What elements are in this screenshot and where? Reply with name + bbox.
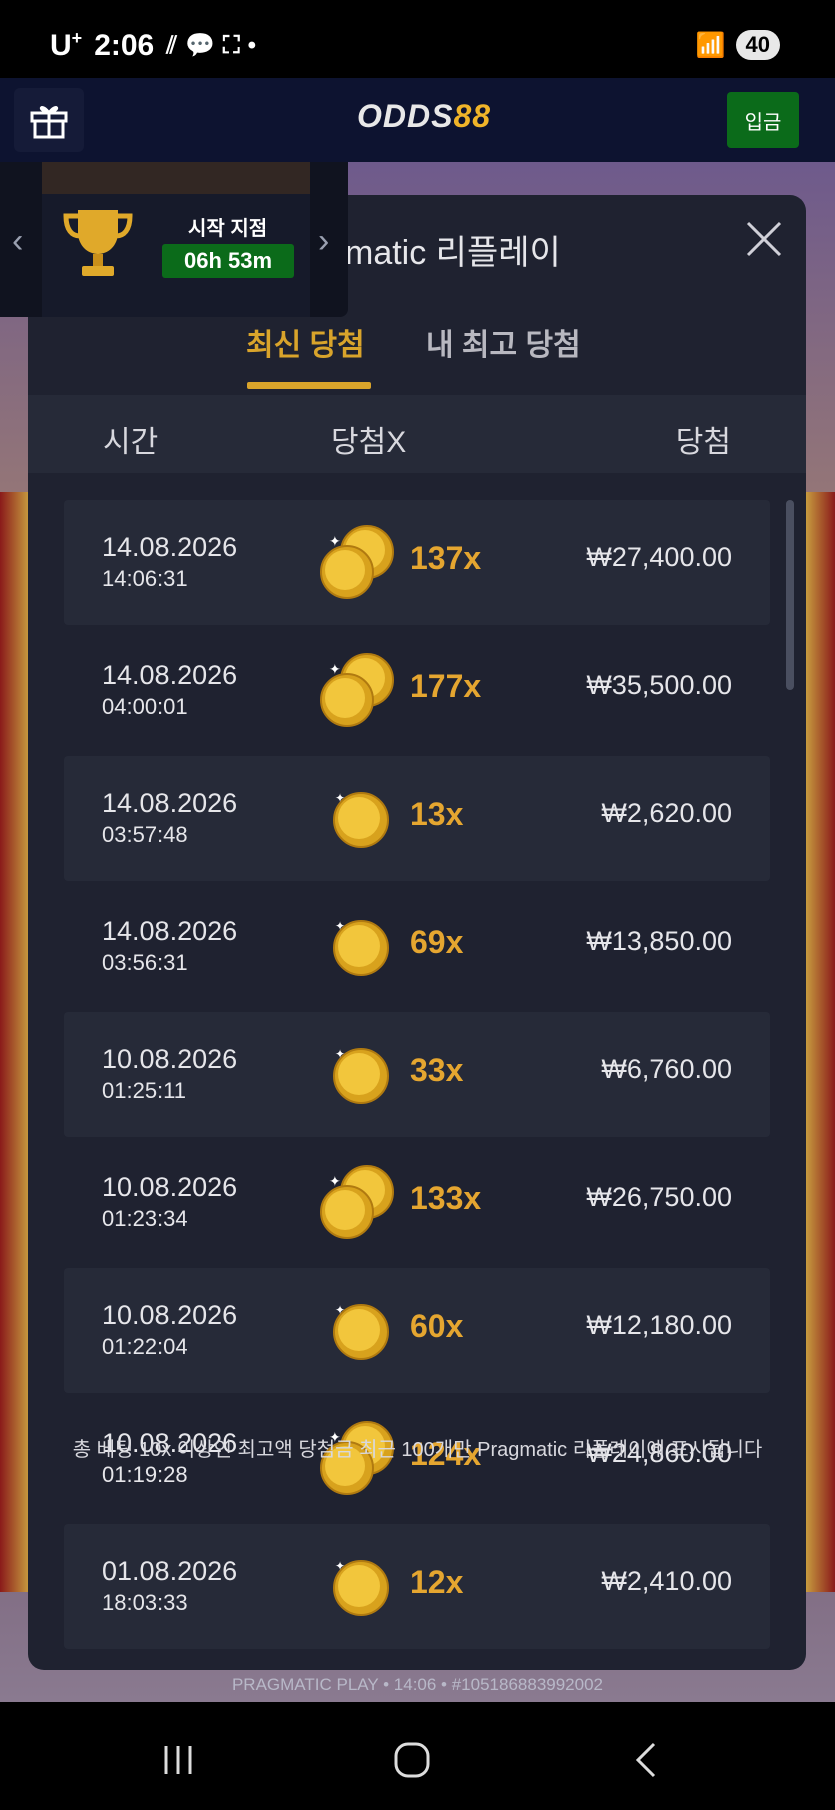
row-time: 01:19:28 [102,1462,188,1487]
row-time: 01:23:34 [102,1206,188,1231]
active-tab-indicator [247,382,371,389]
table-row[interactable]: 14.08.2026 03:57:48 ✦ 13x ₩2,620.00 [64,756,770,881]
screenshot-icon: ⛶ [222,31,240,59]
wins-list[interactable]: 14.08.2026 14:06:31 ✦ 137x ₩27,400.00 14… [64,500,770,1652]
coin-icon: ✦ [333,919,389,976]
column-header-time: 시간 [103,426,159,459]
row-multiplier: 133x [410,1180,482,1216]
tournament-widget[interactable]: ‹ › 시작 지점 06h 53m [0,162,348,317]
table-row[interactable]: 14.08.2026 03:56:31 ✦ 69x ₩13,850.00 [64,884,770,1009]
row-multiplier: 69x [410,924,464,960]
row-win-amount: ₩2,410.00 [601,1566,732,1596]
game-info: PRAGMATIC PLAY • 14:06 • #10518688399200… [231,1675,604,1694]
dot-icon: • [247,31,257,59]
row-time: 03:57:48 [102,822,188,847]
chevron-left-icon[interactable]: ‹ [12,222,23,261]
row-win-amount: ₩12,180.00 [586,1310,732,1340]
close-icon[interactable] [740,215,788,263]
odds88-logo[interactable]: ODDS88 [357,98,491,135]
svg-text:✦: ✦ [329,533,341,549]
row-multiplier: 60x [410,1308,464,1344]
table-row[interactable]: 10.08.2026 01:22:04 ✦ 60x ₩12,180.00 [64,1268,770,1393]
table-row[interactable]: 14.08.2026 14:06:31 ✦ 137x ₩27,400.00 [64,500,770,625]
svg-text:✦: ✦ [335,919,345,933]
row-date: 10.08.2026 [102,1044,238,1074]
scrollbar[interactable] [786,500,794,690]
tournament-banner-strip [42,162,310,194]
carrier-label: U+ [50,28,83,62]
row-multiplier: 137x [410,540,482,576]
row-win-amount: ₩26,750.00 [586,1182,732,1212]
table-row[interactable]: 01.08.2026 18:03:33 ✦ 12x ₩2,410.00 [64,1524,770,1649]
svg-text:✦: ✦ [335,1303,345,1317]
clock: 2:06 [94,28,155,62]
double-coins-icon: ✦ [320,525,394,599]
table-row[interactable]: 14.08.2026 04:00:01 ✦ 177x ₩35,500.00 [64,628,770,753]
table-header: 시간 당첨X 당첨 [28,395,806,473]
status-left: U+ 2:06 ⫽ 💬 ⛶ • [50,28,256,63]
table-row[interactable]: 10.08.2026 01:23:34 ✦ 133x ₩26,750.00 [64,1140,770,1265]
row-time: 03:56:31 [102,950,188,975]
row-date: 10.08.2026 [102,1172,238,1202]
svg-text:✦: ✦ [335,791,345,805]
chevron-right-icon[interactable]: › [318,222,329,261]
home-icon[interactable] [382,1735,442,1785]
tournament-timer: 06h 53m [162,244,294,278]
row-win-amount: ₩13,850.00 [586,926,732,956]
right-pillar-decoration [805,492,835,1592]
recent-apps-icon[interactable] [148,1735,208,1785]
row-date: 01.08.2026 [102,1556,238,1586]
row-time: 01:25:11 [102,1078,187,1103]
status-bar: U+ 2:06 ⫽ 💬 ⛶ • 📶 40 [0,0,835,78]
app-header: ODDS88 입금 [0,78,835,162]
gift-button[interactable] [14,88,84,152]
coin-icon: ✦ [333,1303,389,1360]
row-date: 14.08.2026 [102,532,238,562]
system-nav-bar [0,1705,835,1810]
row-time: 18:03:33 [102,1590,188,1615]
row-date: 14.08.2026 [102,916,238,946]
trophy-icon [63,210,133,276]
svg-text:✦: ✦ [335,1559,345,1573]
row-time: 01:22:04 [102,1334,188,1359]
double-coins-icon: ✦ [320,653,394,727]
tournament-label: 시작 지점 [188,218,268,240]
coin-icon: ✦ [333,791,389,848]
svg-text:✦: ✦ [335,1047,345,1061]
deposit-button[interactable]: 입금 [727,92,799,148]
row-date: 14.08.2026 [102,788,238,818]
column-header-multiplier: 당첨X [331,426,407,459]
wifi-icon: 📶 [695,31,726,59]
back-icon[interactable] [617,1735,677,1785]
tab-latest-wins[interactable]: 최신 당첨 [246,320,365,364]
row-win-amount: ₩6,760.00 [601,1054,732,1084]
row-time: 04:00:01 [102,694,188,719]
chat-icon: 💬 [184,32,215,59]
row-multiplier: 13x [410,796,464,832]
status-right: 📶 40 [696,30,780,60]
column-header-win: 당첨 [675,426,731,459]
footer-note: 총 베팅 10x 이상인 최고액 당첨금 최근 100개만 Pragmatic … [72,1439,763,1461]
row-date: 10.08.2026 [102,1300,238,1330]
battery-indicator: 40 [735,30,780,60]
row-win-amount: ₩2,620.00 [601,798,732,828]
coin-icon: ✦ [333,1047,389,1104]
double-coins-icon: ✦ [320,1165,394,1239]
gift-icon [30,106,68,139]
left-pillar-decoration [0,492,30,1592]
row-win-amount: ₩35,500.00 [586,670,732,700]
row-multiplier: 177x [410,668,482,704]
data-saver-icon: ⫽ [166,31,177,59]
row-multiplier: 33x [410,1052,464,1088]
row-multiplier: 12x [410,1564,464,1600]
svg-text:✦: ✦ [329,661,341,677]
row-date: 14.08.2026 [102,660,238,690]
coin-icon: ✦ [333,1559,389,1616]
tab-my-best-wins[interactable]: 내 최고 당첨 [426,320,581,364]
modal-tabs: 최신 당첨 내 최고 당첨 [28,310,806,390]
svg-text:✦: ✦ [329,1173,341,1189]
row-time: 14:06:31 [102,566,188,591]
row-win-amount: ₩27,400.00 [586,542,732,572]
table-row[interactable]: 10.08.2026 01:25:11 ✦ 33x ₩6,760.00 [64,1012,770,1137]
